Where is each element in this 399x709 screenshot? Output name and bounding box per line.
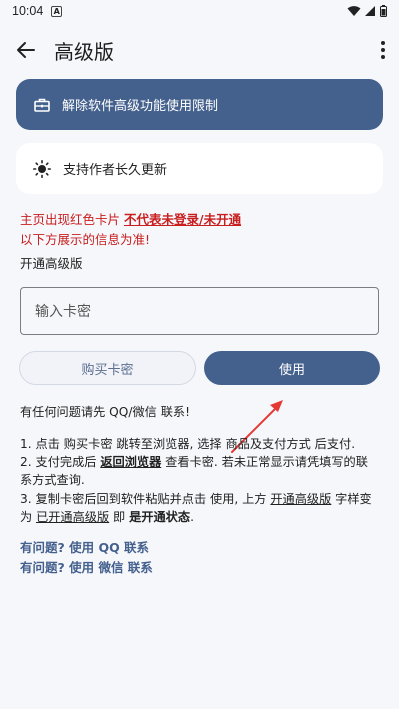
opened-state-text: 是开通状态 [129,510,191,524]
contact-qq-link[interactable]: 有问题? 使用 QQ 联系 [20,537,149,556]
support-author-card: 支持作者长久更新 [16,143,383,194]
unlock-features-label: 解除软件高级功能使用限制 [62,99,219,114]
page-title: 高级版 [54,40,114,64]
help-step-3-text-c: 为 [20,510,37,524]
signal-icon [365,6,375,16]
help-step-3-text-b: 字样变 [331,492,372,506]
help-step-3-cont: 为 已开通高级版 即 是开通状态. [20,507,194,525]
warning-line-1: 主页出现红色卡片 不代表未登录/未开通 [20,209,241,228]
unlock-features-card: 解除软件高级功能使用限制 [16,79,383,130]
help-step-3: 3. 复制卡密后回到软件粘贴并点击 使用, 上方 开通高级版 字样变 [20,489,372,507]
status-bar: 10:04 A [0,0,399,22]
support-author-label: 支持作者长久更新 [63,163,168,178]
sun-icon [33,159,51,178]
card-key-placeholder: 输入卡密 [35,304,91,320]
help-step-1: 1. 点击 购买卡密 跳转至浏览器, 选择 商品及支付方式 后支付. [20,437,356,451]
warning-prefix: 主页出现红色卡片 [20,212,121,227]
briefcase-icon [34,98,50,112]
help-step-2-text-b: 查看卡密. 若未正常显示请凭填写的联 [161,455,368,469]
navigation-bar [0,700,399,709]
use-key-label: 使用 [278,362,305,378]
help-intro: 有任何问题请先 QQ/微信 联系! [20,405,190,419]
help-step-2-text-a: 2. 支付完成后 [20,455,101,469]
opened-premium-text: 已开通高级版 [36,510,110,524]
open-premium-text: 开通高级版 [270,492,332,506]
warning-emphasis: 不代表未登录/未开通 [124,212,242,227]
more-vert-icon[interactable] [379,39,387,61]
buy-key-label: 购买卡密 [81,362,134,378]
help-step-2-cont: 系方式查询. [20,473,85,487]
help-step-3-text-e: . [190,510,194,524]
status-time: 10:04 [12,4,44,18]
contact-wechat-link[interactable]: 有问题? 使用 微信 联系 [20,557,153,576]
help-step-3-text-a: 3. 复制卡密后回到软件粘贴并点击 使用, 上方 [20,492,271,506]
app-bar: 高级版 [0,30,399,70]
use-key-button[interactable]: 使用 [204,351,380,385]
buy-key-button[interactable]: 购买卡密 [19,351,196,385]
status-icons [347,5,387,17]
battery-icon [380,5,387,17]
warning-line-2: 以下方展示的信息为准! [20,232,151,247]
help-step-3-text-d: 即 [109,510,130,524]
back-arrow-icon[interactable] [14,38,38,62]
help-step-2: 2. 支付完成后 返回浏览器 查看卡密. 若未正常显示请凭填写的联 [20,452,368,470]
wifi-icon [347,6,361,16]
notification-badge-icon: A [51,5,63,17]
section-title: 开通高级版 [20,256,83,271]
card-key-input[interactable]: 输入卡密 [20,287,379,335]
return-browser-link[interactable]: 返回浏览器 [100,455,161,469]
